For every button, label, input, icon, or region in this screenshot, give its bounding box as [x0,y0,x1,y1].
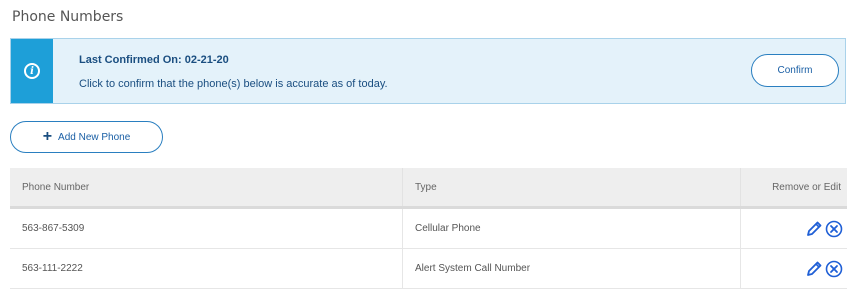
actions-cell [740,248,847,289]
phone-type-cell: Cellular Phone [402,207,741,249]
edit-pencil-icon[interactable] [805,220,823,238]
info-icon: i [24,63,40,79]
confirmation-banner: i Last Confirmed On: 02-21-20 Click to c… [10,38,846,104]
remove-circle-x-icon[interactable] [825,260,843,278]
header-type: Type [402,168,741,209]
page-title: Phone Numbers [12,9,124,25]
table-row: 563-111-2222 Alert System Call Number [10,248,847,289]
actions-cell [740,207,847,249]
add-new-phone-label: Add New Phone [58,131,131,143]
banner-message: Click to confirm that the phone(s) below… [79,78,388,90]
phone-numbers-table: Phone Number Type Remove or Edit 563-867… [10,168,847,289]
banner-icon-box: i [11,39,53,103]
plus-icon: + [42,128,53,145]
table-header-row: Phone Number Type Remove or Edit [10,168,847,209]
confirm-button[interactable]: Confirm [751,54,839,87]
table-row: 563-867-5309 Cellular Phone [10,207,847,249]
phone-type-cell: Alert System Call Number [402,248,741,289]
header-phone-number: Phone Number [10,168,403,209]
remove-circle-x-icon[interactable] [825,220,843,238]
edit-pencil-icon[interactable] [805,260,823,278]
add-new-phone-button[interactable]: + Add New Phone [10,121,163,153]
header-remove-or-edit: Remove or Edit [740,168,847,209]
phone-number-cell: 563-867-5309 [10,207,403,249]
last-confirmed-text: Last Confirmed On: 02-21-20 [79,54,229,66]
phone-number-cell: 563-111-2222 [10,248,403,289]
